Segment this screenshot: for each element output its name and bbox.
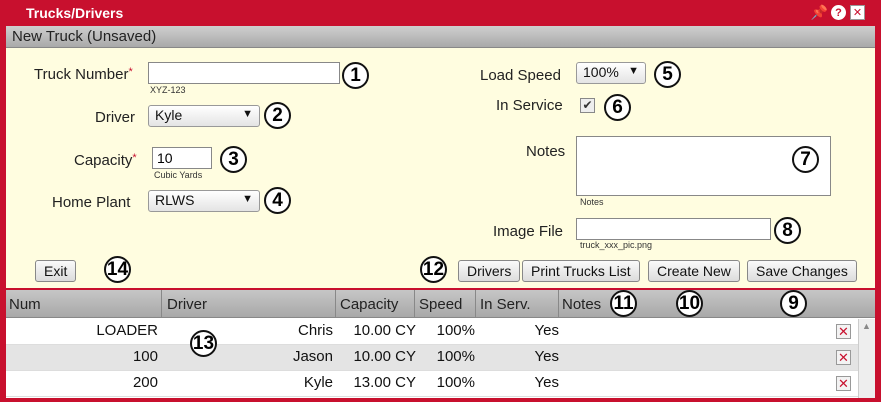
table-row[interactable]: 200 Kyle 13.00 CY 100% Yes ✕ xyxy=(6,371,858,397)
cell-in-serv: Yes xyxy=(534,322,559,339)
cell-capacity: 10.00 CY xyxy=(353,348,416,365)
column-separator xyxy=(161,290,162,318)
window-title: Trucks/Drivers xyxy=(26,5,124,21)
trucks-drivers-window: Trucks/Drivers 📌 ? ✕ New Truck (Unsaved)… xyxy=(0,0,881,402)
column-notes[interactable]: Notes xyxy=(562,296,601,313)
in-service-checkbox[interactable]: ✔ xyxy=(580,98,595,113)
caret-down-icon: ▼ xyxy=(242,108,253,120)
driver-label: Driver xyxy=(95,109,135,126)
callout-2: 2 xyxy=(264,102,291,129)
cell-num: 200 xyxy=(132,374,158,391)
notes-label: Notes xyxy=(526,143,566,160)
save-changes-button[interactable]: Save Changes xyxy=(747,260,857,282)
cell-driver: Chris xyxy=(297,322,333,339)
trucks-table: Num Driver Capacity Speed In Serv. Notes… xyxy=(6,290,875,398)
caret-down-icon: ▼ xyxy=(628,65,639,77)
delete-icon[interactable]: ✕ xyxy=(836,350,851,365)
help-icon[interactable]: ? xyxy=(831,5,846,20)
notes-hint: Notes xyxy=(580,197,604,207)
home-plant-select[interactable]: RLWS ▼ xyxy=(148,190,260,212)
callout-13: 13 xyxy=(190,330,217,357)
truck-number-input[interactable] xyxy=(148,62,340,84)
load-speed-select-value: 100% xyxy=(583,64,619,80)
cell-num: LOADER xyxy=(96,322,158,339)
table-scrollbar[interactable]: ▲ xyxy=(858,319,875,398)
form-title: New Truck (Unsaved) xyxy=(12,28,157,45)
cell-in-serv: Yes xyxy=(534,374,559,391)
callout-8: 8 xyxy=(774,217,801,244)
scroll-up-icon[interactable]: ▲ xyxy=(862,321,871,331)
home-plant-select-value: RLWS xyxy=(155,192,195,208)
print-trucks-list-button[interactable]: Print Trucks List xyxy=(522,260,640,282)
home-plant-label: Home Plant xyxy=(52,194,131,211)
column-capacity[interactable]: Capacity xyxy=(340,296,398,313)
image-file-input[interactable] xyxy=(576,218,771,240)
callout-1: 1 xyxy=(342,62,369,89)
in-service-label: In Service xyxy=(496,97,563,114)
table-row[interactable]: 100 Jason 10.00 CY 100% Yes ✕ xyxy=(6,345,858,371)
callout-3: 3 xyxy=(220,146,247,173)
cell-in-serv: Yes xyxy=(534,348,559,365)
column-separator xyxy=(335,290,336,318)
callout-7: 7 xyxy=(792,146,819,173)
delete-icon[interactable]: ✕ xyxy=(836,376,851,391)
column-num[interactable]: Num xyxy=(9,296,41,313)
cell-driver: Kyle xyxy=(303,374,333,391)
callout-11: 11 xyxy=(610,290,637,317)
image-file-hint: truck_xxx_pic.png xyxy=(580,240,653,250)
column-driver[interactable]: Driver xyxy=(167,296,207,313)
callout-6: 6 xyxy=(604,94,631,121)
title-bar: Trucks/Drivers 📌 ? ✕ xyxy=(0,0,881,26)
load-speed-select[interactable]: 100% ▼ xyxy=(576,62,646,84)
cell-driver: Jason xyxy=(292,348,333,365)
cell-num: 100 xyxy=(132,348,158,365)
caret-down-icon: ▼ xyxy=(242,193,253,205)
column-in-serv[interactable]: In Serv. xyxy=(480,296,531,313)
driver-select-value: Kyle xyxy=(155,107,183,123)
callout-5: 5 xyxy=(654,61,681,88)
capacity-input[interactable] xyxy=(152,147,212,169)
truck-number-label: Truck Number* xyxy=(34,66,133,83)
load-speed-label: Load Speed xyxy=(480,67,561,84)
table-header: Num Driver Capacity Speed In Serv. Notes… xyxy=(6,290,875,318)
capacity-hint: Cubic Yards xyxy=(154,170,203,180)
delete-icon[interactable]: ✕ xyxy=(836,324,851,339)
pin-icon[interactable]: 📌 xyxy=(811,4,828,20)
table-row[interactable]: LOADER Chris 10.00 CY 100% Yes ✕ xyxy=(6,319,858,345)
create-new-button[interactable]: Create New xyxy=(648,260,740,282)
column-speed[interactable]: Speed xyxy=(419,296,462,313)
image-file-label: Image File xyxy=(493,223,564,240)
close-icon[interactable]: ✕ xyxy=(850,5,865,20)
callout-14: 14 xyxy=(104,256,131,283)
truck-form: Truck Number* XYZ-123 1 Driver Kyle ▼ 2 … xyxy=(6,48,875,288)
cell-capacity: 13.00 CY xyxy=(353,374,416,391)
callout-12: 12 xyxy=(420,256,447,283)
callout-9: 9 xyxy=(780,290,807,317)
column-separator xyxy=(558,290,559,318)
exit-button[interactable]: Exit xyxy=(35,260,77,282)
title-bar-icons: 📌 ? ✕ xyxy=(811,4,865,20)
driver-select[interactable]: Kyle ▼ xyxy=(148,105,260,127)
cell-speed: 100% xyxy=(436,374,475,391)
cell-speed: 100% xyxy=(436,322,475,339)
cell-capacity: 10.00 CY xyxy=(353,322,416,339)
truck-number-hint: XYZ-123 xyxy=(150,85,186,95)
drivers-button[interactable]: Drivers xyxy=(458,260,521,282)
form-header: New Truck (Unsaved) xyxy=(6,26,875,48)
checkmark-icon: ✔ xyxy=(582,98,593,112)
column-separator xyxy=(414,290,415,318)
callout-4: 4 xyxy=(264,187,291,214)
cell-speed: 100% xyxy=(436,348,475,365)
column-separator xyxy=(475,290,476,318)
callout-10: 10 xyxy=(676,290,703,317)
capacity-label: Capacity* xyxy=(74,152,137,169)
